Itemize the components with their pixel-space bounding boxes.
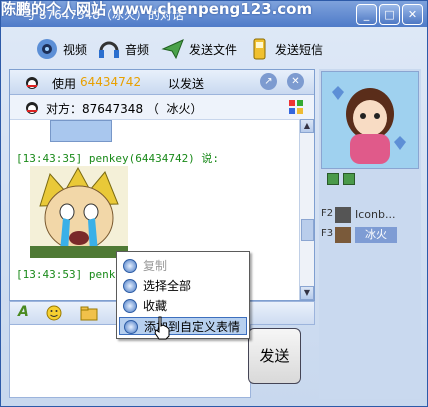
shortcut-thumbnail-2 [335, 227, 351, 243]
context-menu: 复制 选择全部 收藏 添加到自定义表情 [116, 251, 250, 339]
send-sms-button[interactable]: 发送短信 [247, 37, 323, 61]
right-panel: F2 Iconb... F3 冰火 [319, 69, 421, 399]
penguin-icon [26, 77, 38, 89]
header-prefix: 使用 [52, 77, 77, 91]
video-toggle-icon[interactable] [327, 173, 339, 185]
send-file-button[interactable]: 发送文件 [161, 37, 237, 61]
add-emoticon-icon [124, 320, 138, 334]
watermark-text: 陈鹏的个人网站 www.chenpeng123.com [1, 0, 313, 18]
menu-item-copy[interactable]: 复制 [119, 257, 247, 275]
chat-header: 使用 64434742 以发送 ↗ ✕ [10, 70, 314, 95]
audio-toggle-icon[interactable] [343, 173, 355, 185]
audio-button[interactable]: 音频 [97, 37, 149, 61]
color-blocks-icon[interactable] [288, 99, 304, 115]
copy-icon [123, 259, 137, 273]
shortcut-label: Iconb... [355, 208, 396, 221]
scroll-up-button[interactable]: ▲ [300, 119, 314, 133]
menu-item-label: 复制 [143, 259, 168, 273]
toolbar: 视频 音频 发送文件 发送短信 [5, 31, 423, 67]
send-sms-label: 发送短信 [275, 42, 324, 57]
close-button[interactable]: ✕ [402, 4, 423, 25]
audio-label: 音频 [125, 42, 150, 57]
chat-window: 与 87647348（冰火）的对话 陈鹏的个人网站 www.chenpeng12… [0, 0, 428, 407]
peer-info-bar: 对方：87647348 （ 冰火） [10, 95, 314, 120]
message-timestamp-2: [13:43:53] penkey [16, 268, 129, 281]
close-icon[interactable]: ✕ [287, 73, 304, 90]
cartoon-girl-avatar [322, 72, 418, 168]
history-scrollbar[interactable]: ▲ ▼ [299, 119, 314, 300]
peer-label: 对方：87647348 （ 冰火） [46, 102, 203, 116]
send-file-label: 发送文件 [189, 42, 238, 57]
header-suffix: 以发送 [168, 77, 205, 91]
shortcut-key-2: F3 [321, 228, 334, 239]
menu-item-label: 收藏 [143, 299, 168, 313]
menu-item-select-all[interactable]: 选择全部 [119, 277, 247, 295]
favorite-icon [123, 299, 137, 313]
avatar [321, 71, 419, 169]
select-all-icon [123, 279, 137, 293]
menu-item-add-custom-emoticon[interactable]: 添加到自定义表情 [119, 317, 247, 335]
scroll-thumb[interactable] [301, 219, 314, 241]
title-bar[interactable]: 与 87647348（冰火）的对话 陈鹏的个人网站 www.chenpeng12… [1, 0, 427, 27]
message-timestamp: [13:43:35] penkey(64434742) 说: [16, 152, 220, 165]
sms-phone-icon [253, 38, 266, 60]
peer-penguin-icon [26, 102, 38, 114]
shortcut-key: F2 [321, 208, 334, 219]
minimize-button[interactable]: _ [356, 4, 377, 25]
video-button[interactable]: 视频 [35, 37, 87, 61]
shortcut-f2[interactable]: F2 Iconb... [319, 205, 421, 225]
shortcut-f3[interactable]: F3 冰火 [319, 225, 421, 245]
emoticon-icon[interactable] [46, 305, 62, 321]
scroll-down-button[interactable]: ▼ [300, 286, 314, 300]
maximize-button[interactable]: □ [379, 4, 400, 25]
video-camera-icon [37, 39, 57, 59]
font-icon[interactable]: A [18, 304, 29, 320]
shortcut-label-2: 冰火 [355, 227, 397, 243]
folder-screenshot-icon[interactable] [80, 305, 100, 321]
headset-icon [99, 41, 119, 58]
crying-cartoon-emoticon[interactable] [30, 166, 128, 258]
account-number[interactable]: 64434742 [80, 75, 141, 89]
hand-cursor-icon [154, 316, 170, 340]
menu-item-favorite[interactable]: 收藏 [119, 297, 247, 315]
popout-icon[interactable]: ↗ [260, 73, 277, 90]
menu-item-label: 选择全部 [143, 279, 192, 293]
shortcut-thumbnail [335, 207, 351, 223]
video-label: 视频 [63, 42, 88, 57]
send-button[interactable]: 发送 [248, 328, 301, 384]
previous-image-fragment [50, 120, 112, 142]
send-file-icon [161, 39, 184, 60]
